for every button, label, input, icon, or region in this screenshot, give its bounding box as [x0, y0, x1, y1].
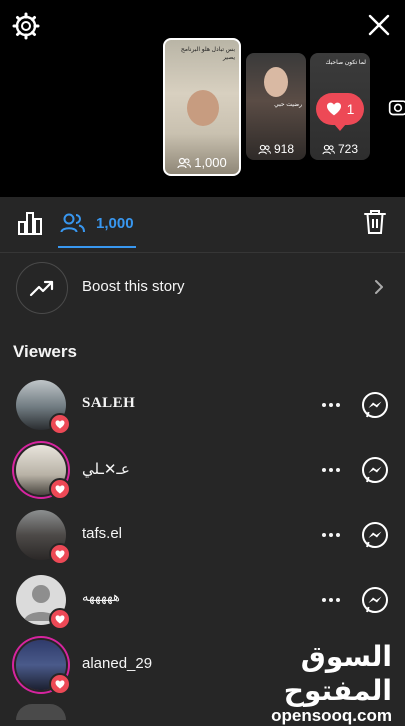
- boost-story-label: Boost this story: [82, 278, 185, 295]
- messenger-icon[interactable]: [360, 585, 390, 615]
- more-options-button[interactable]: [319, 589, 343, 611]
- story-caption: لما تكون صاحبك: [325, 60, 366, 66]
- liked-badge: [49, 413, 71, 435]
- heart-icon: [55, 484, 65, 494]
- story-viewer-count: 918: [246, 142, 306, 156]
- viewer-row[interactable]: SALEH : [0, 374, 405, 439]
- chevron-right-icon: [375, 280, 383, 294]
- watermark-latin: opensooq.com: [271, 706, 392, 725]
- story-thumbnail-2[interactable]: رضيت حبي 918: [246, 53, 306, 160]
- watermark-arabic: السوق المفتوح: [283, 640, 392, 707]
- story-caption: بس تبادل هلو البرنامج يصير: [180, 47, 235, 61]
- viewers-heading: Viewers: [13, 342, 77, 361]
- tab-viewers[interactable]: 1,000: [60, 208, 134, 238]
- liked-badge: [49, 543, 71, 565]
- add-story-button[interactable]: [388, 92, 405, 122]
- story-face: [187, 90, 219, 126]
- people-icon: [177, 157, 192, 168]
- boost-icon-circle: [16, 262, 68, 314]
- liked-badge: [49, 608, 71, 630]
- divider: [0, 252, 405, 253]
- gear-icon: [12, 12, 40, 40]
- bar-chart-icon: [18, 212, 42, 235]
- viewer-username[interactable]: هههههه: [82, 590, 120, 605]
- viewer-username[interactable]: alaned_29: [82, 655, 152, 672]
- heart-icon: [326, 102, 341, 116]
- liked-badge: [49, 478, 71, 500]
- active-tab-indicator: [58, 246, 136, 248]
- viewer-username[interactable]: tafs.el: [82, 525, 122, 542]
- story-viewer-count: 1,000: [165, 155, 239, 170]
- liked-badge: [49, 673, 71, 695]
- like-notification-bubble: 1: [316, 93, 364, 131]
- more-options-button[interactable]: [319, 524, 343, 546]
- messenger-icon[interactable]: [360, 455, 390, 485]
- boost-chevron: [371, 278, 387, 296]
- close-button[interactable]: [364, 10, 394, 40]
- story-thumbnail-1[interactable]: بس تبادل هلو البرنامج يصير 1,000: [163, 38, 241, 176]
- messenger-icon[interactable]: [360, 390, 390, 420]
- close-icon: [368, 14, 390, 36]
- more-options-button[interactable]: [319, 394, 343, 416]
- people-icon: [258, 144, 271, 154]
- viewer-row[interactable]: هههههه: [0, 569, 405, 634]
- trending-up-icon: [29, 280, 54, 297]
- heart-icon: [55, 614, 65, 624]
- more-options-button[interactable]: [319, 459, 343, 481]
- people-icon: [322, 144, 335, 154]
- tab-insights[interactable]: [14, 207, 46, 239]
- delete-story-button[interactable]: [361, 207, 389, 237]
- opensooq-watermark: السوق المفتوح opensooq.com: [232, 640, 392, 726]
- viewers-count: 1,000: [96, 214, 134, 232]
- story-face: [264, 67, 288, 97]
- heart-icon: [55, 549, 65, 559]
- heart-icon: [55, 419, 65, 429]
- camera-icon: [388, 100, 405, 116]
- viewer-row[interactable]: عـ✕ـلي: [0, 439, 405, 504]
- people-icon: [60, 213, 85, 233]
- partial-viewer-avatar: [16, 704, 66, 720]
- story-viewer-count: 723: [310, 142, 370, 156]
- viewer-row[interactable]: tafs.el: [0, 504, 405, 569]
- trash-icon: [364, 210, 386, 234]
- viewer-username[interactable]: عـ✕ـلي: [82, 460, 130, 478]
- messenger-icon[interactable]: [360, 520, 390, 550]
- settings-button[interactable]: [10, 10, 42, 42]
- story-caption: رضيت حبي: [274, 102, 302, 108]
- viewer-username[interactable]: SALEH : [82, 395, 152, 412]
- heart-icon: [55, 679, 65, 689]
